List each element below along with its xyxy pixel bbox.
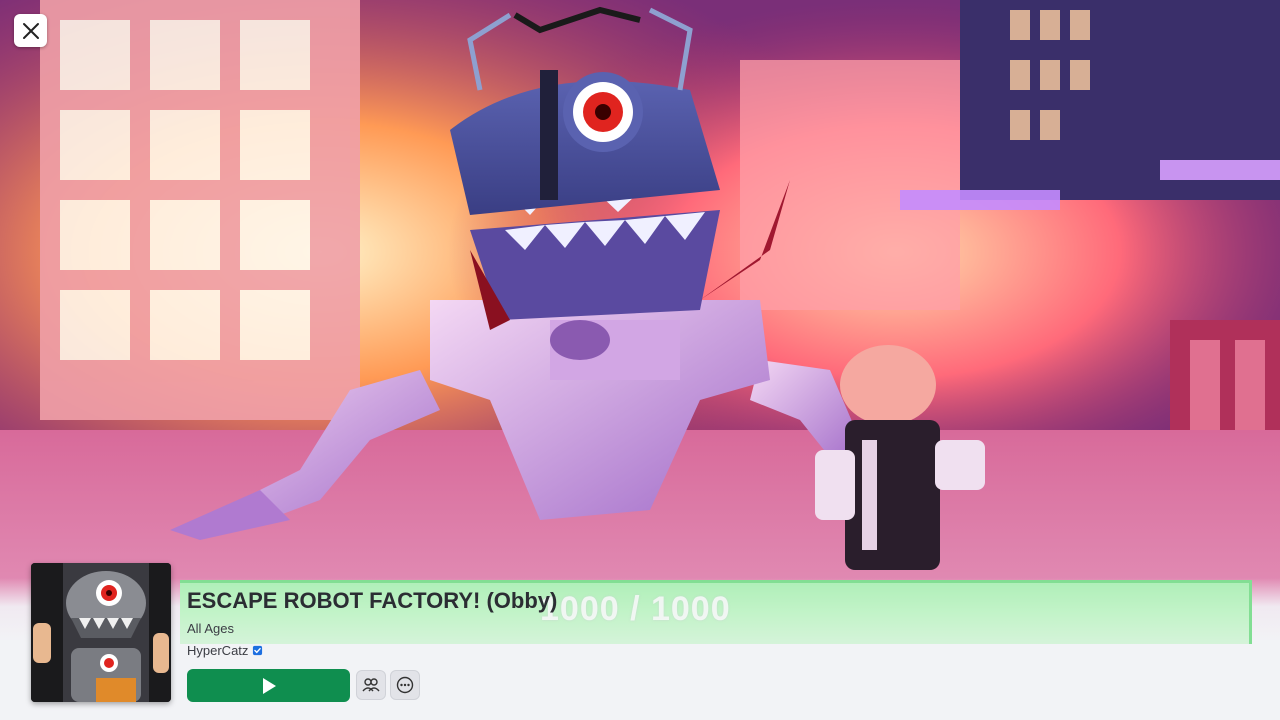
age-rating: All Ages — [187, 621, 234, 636]
verified-badge-icon — [253, 645, 263, 656]
party-icon — [362, 678, 380, 692]
game-thumbnail-art — [31, 563, 171, 702]
more-icon — [396, 676, 414, 694]
game-thumbnail — [31, 563, 171, 702]
game-title: ESCAPE ROBOT FACTORY! (Obby) — [187, 588, 558, 613]
creator-name-link[interactable]: HyperCatz — [187, 643, 248, 658]
play-icon — [262, 677, 276, 694]
more-options-button[interactable] — [390, 670, 420, 700]
creator-row: HyperCatz — [187, 643, 263, 658]
party-button[interactable] — [356, 670, 386, 700]
progress-count: 1000 / 1000 — [540, 590, 731, 628]
play-button[interactable] — [187, 669, 350, 702]
close-button[interactable] — [14, 14, 47, 47]
close-icon — [22, 22, 39, 39]
